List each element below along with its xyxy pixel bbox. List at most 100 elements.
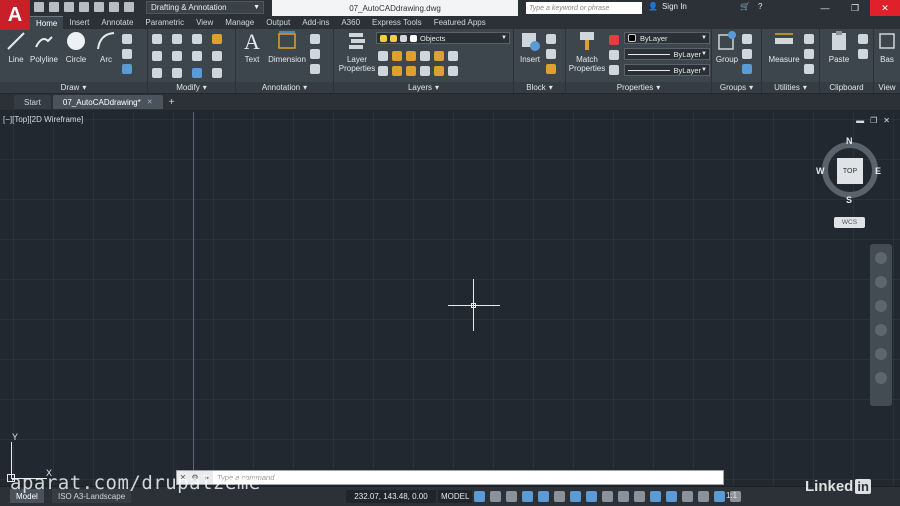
edit-block-icon[interactable] [546, 49, 556, 59]
undo-icon[interactable] [109, 2, 119, 12]
tab-annotate[interactable]: Annotate [95, 16, 139, 29]
insert-tool[interactable]: Insert [515, 30, 545, 64]
compass-south[interactable]: S [846, 195, 852, 205]
tab-parametric[interactable]: Parametric [139, 16, 190, 29]
layer-lock-icon[interactable] [420, 51, 430, 61]
tab-start[interactable]: Start [14, 95, 51, 109]
draw-panel-title[interactable]: Draw ▾ [0, 82, 147, 93]
showmotion-icon[interactable] [875, 348, 887, 360]
dimension-tool[interactable]: Dimension [268, 30, 306, 64]
help-icon[interactable]: ? [758, 2, 762, 11]
ortho-icon[interactable] [522, 491, 533, 502]
offset-icon[interactable] [212, 68, 222, 78]
measure-tool[interactable]: Measure [766, 30, 802, 64]
view-panel-title[interactable]: View [874, 82, 900, 93]
selection-cycling-icon[interactable] [634, 491, 645, 502]
zoom-extents-icon[interactable] [875, 300, 887, 312]
stretch-icon[interactable] [152, 68, 162, 78]
isodraft-icon[interactable] [554, 491, 565, 502]
coordinates-display[interactable]: 232.07, 143.48, 0.00 [346, 490, 436, 503]
layer-unisolate-icon[interactable] [392, 66, 402, 76]
layers-panel-title[interactable]: Layers ▾ [334, 82, 513, 93]
search-input[interactable]: Type a keyword or phrase [526, 2, 642, 14]
snap-icon[interactable] [490, 491, 501, 502]
layer-properties-tool[interactable]: Layer Properties [338, 30, 376, 73]
lineweight-dropdown[interactable]: ByLayer ▼ [624, 64, 710, 76]
drawing-canvas[interactable]: [−][Top][2D Wireframe] ▬ ❐ ✕ TOP N S E W… [0, 112, 900, 486]
pan-icon[interactable] [875, 276, 887, 288]
id-point-icon[interactable] [804, 49, 814, 59]
properties-panel-title[interactable]: Properties ▾ [566, 82, 711, 93]
clipboard-panel-title[interactable]: Clipboard [820, 82, 873, 93]
wcs-menu-button[interactable]: WCS [834, 217, 865, 228]
match-properties-tool[interactable]: Match Properties [568, 30, 606, 73]
transparency-icon[interactable] [618, 491, 629, 502]
dynamic-ucs-icon[interactable] [666, 491, 677, 502]
layer-walk-icon[interactable] [434, 66, 444, 76]
viewcube-top-face[interactable]: TOP [837, 158, 863, 184]
annotation-panel-title[interactable]: Annotation ▾ [236, 82, 333, 93]
groups-panel-title[interactable]: Groups ▾ [712, 82, 761, 93]
tab-express-tools[interactable]: Express Tools [366, 16, 428, 29]
layer-thaw-icon[interactable] [406, 66, 416, 76]
minimize-button[interactable]: — [810, 0, 840, 16]
move-icon[interactable] [152, 34, 162, 44]
fillet-icon[interactable] [192, 51, 202, 61]
multileader-icon[interactable] [310, 49, 320, 59]
layer-on-icon[interactable] [378, 66, 388, 76]
layer-unlock-icon[interactable] [420, 66, 430, 76]
sign-in-button[interactable]: 👤 Sign In [648, 2, 687, 11]
tab-view[interactable]: View [190, 16, 219, 29]
trim-icon[interactable] [192, 34, 202, 44]
open-file-icon[interactable] [49, 2, 59, 12]
tab-featured-apps[interactable]: Featured Apps [428, 16, 492, 29]
tab-a360[interactable]: A360 [335, 16, 366, 29]
compass-west[interactable]: W [816, 166, 825, 176]
create-block-icon[interactable] [546, 34, 556, 44]
save-icon[interactable] [64, 2, 74, 12]
minimize-viewport-icon[interactable]: ▬ [856, 116, 864, 125]
close-viewport-icon[interactable]: ✕ [883, 116, 890, 125]
rectangle-icon[interactable] [122, 34, 132, 44]
quick-select-icon[interactable] [804, 34, 814, 44]
annotation-visibility-icon[interactable] [714, 491, 725, 502]
layer-freeze-icon[interactable] [406, 51, 416, 61]
gizmo-icon[interactable] [698, 491, 709, 502]
block-panel-title[interactable]: Block ▾ [514, 82, 565, 93]
compass-east[interactable]: E [875, 166, 881, 176]
base-view-tool[interactable]: Bas [874, 30, 900, 64]
command-input[interactable]: Type a command [213, 471, 723, 484]
redo-icon[interactable] [124, 2, 134, 12]
save-as-icon[interactable] [79, 2, 89, 12]
hatch-icon[interactable] [122, 49, 132, 59]
copy-icon[interactable] [152, 51, 162, 61]
circle-tool[interactable]: Circle [61, 30, 91, 64]
viewport-controls-label[interactable]: [−][Top][2D Wireframe] [3, 115, 83, 124]
tab-add-ins[interactable]: Add-ins [296, 16, 335, 29]
viewcube[interactable]: TOP N S E W [816, 136, 882, 205]
cut-icon[interactable] [858, 34, 868, 44]
polar-icon[interactable] [538, 491, 549, 502]
array-icon[interactable] [192, 68, 202, 78]
modify-panel-title[interactable]: Modify ▾ [148, 82, 235, 93]
orbit-icon[interactable] [875, 324, 887, 336]
grid-icon[interactable] [474, 491, 485, 502]
layer-current-icon[interactable] [448, 51, 458, 61]
model-space-button[interactable]: MODEL [438, 490, 473, 503]
3d-object-snap-icon[interactable] [650, 491, 661, 502]
group-edit-icon[interactable] [742, 49, 752, 59]
object-snap-icon[interactable] [586, 491, 597, 502]
mirror-icon[interactable] [172, 51, 182, 61]
layer-dropdown[interactable]: Objects ▼ [376, 32, 510, 44]
application-menu-button[interactable]: A [0, 0, 30, 30]
steering-wheel-icon[interactable] [875, 252, 887, 264]
calculator-icon[interactable] [804, 64, 814, 74]
layer-previous-icon[interactable] [448, 66, 458, 76]
arc-tool[interactable]: Arc [91, 30, 121, 64]
paste-tool[interactable]: Paste [824, 30, 854, 64]
group-selection-icon[interactable] [742, 64, 752, 74]
new-tab-button[interactable]: + [165, 95, 179, 109]
tab-insert[interactable]: Insert [63, 16, 95, 29]
maximize-button[interactable]: ❐ [840, 0, 870, 16]
gradient-icon[interactable] [122, 64, 132, 74]
